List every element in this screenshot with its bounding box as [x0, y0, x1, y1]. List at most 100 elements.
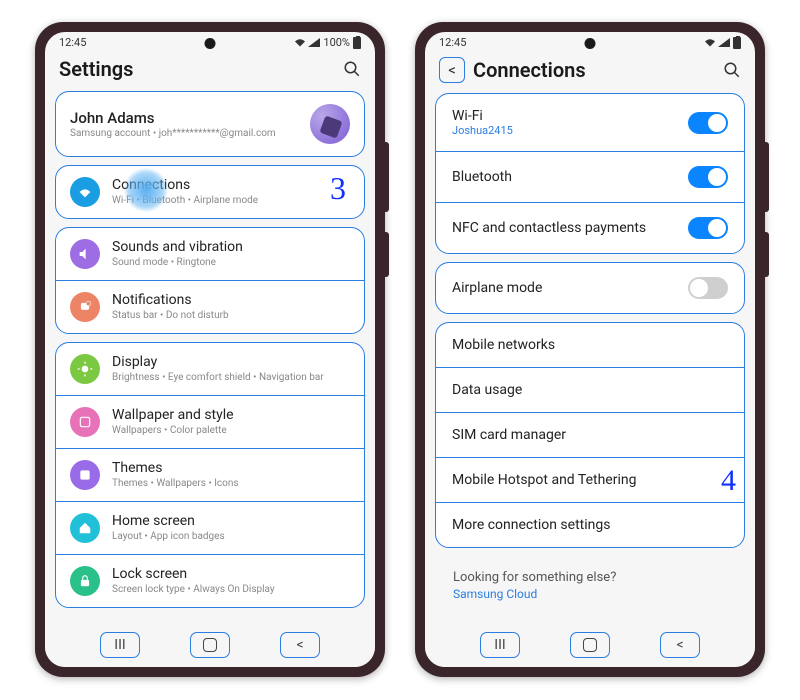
- settings-item-home-screen[interactable]: Home screenLayout • App icon badges: [56, 501, 364, 554]
- item-title: SIM card manager: [452, 427, 566, 443]
- phone-right: 12:45 < Connections Wi-FiJoshua2415 Bluet…: [415, 22, 765, 677]
- settings-item-connections[interactable]: ConnectionsWi-Fi • Bluetooth • Airplane …: [56, 166, 364, 218]
- header: Settings: [45, 51, 375, 91]
- toggle-switch[interactable]: [688, 112, 728, 134]
- signal-icon: [718, 38, 730, 47]
- item-sub: Brightness • Eye comfort shield • Naviga…: [112, 371, 350, 384]
- wifi-icon: [704, 38, 716, 47]
- screen: 12:45 < Connections Wi-FiJoshua2415 Bluet…: [425, 32, 755, 667]
- item-sub: Status bar • Do not disturb: [112, 309, 350, 322]
- connection-item-sim-card-manager[interactable]: SIM card manager: [436, 412, 744, 457]
- lock-icon: [70, 566, 100, 596]
- item-title: Bluetooth: [452, 169, 512, 185]
- item-title: Connections: [112, 177, 350, 194]
- item-sub: Wi-Fi • Bluetooth • Airplane mode: [112, 194, 350, 207]
- step-marker: 4: [721, 464, 736, 498]
- item-title: Airplane mode: [452, 280, 542, 296]
- item-title: Display: [112, 354, 350, 371]
- connections-list[interactable]: Wi-FiJoshua2415 Bluetooth NFC and contactl…: [425, 93, 755, 627]
- item-title: Lock screen: [112, 566, 350, 583]
- connection-item-wi-fi[interactable]: Wi-FiJoshua2415: [436, 94, 744, 151]
- wifi-icon: [294, 38, 306, 47]
- connection-item-bluetooth[interactable]: Bluetooth: [436, 151, 744, 202]
- settings-item-themes[interactable]: ThemesThemes • Wallpapers • Icons: [56, 448, 364, 501]
- status-time: 12:45: [59, 36, 86, 49]
- connection-item-data-usage[interactable]: Data usage: [436, 367, 744, 412]
- screen: 12:45 100% Settings John Adams: [45, 32, 375, 667]
- step-marker: 3: [330, 170, 346, 207]
- item-title: More connection settings: [452, 517, 610, 533]
- item-title: Home screen: [112, 513, 350, 530]
- connections-group: Mobile networks Data usage SIM card manage…: [435, 322, 745, 548]
- nav-back-button[interactable]: <: [660, 632, 700, 658]
- item-title: Notifications: [112, 292, 350, 309]
- wall-icon: [70, 407, 100, 437]
- nav-bar: III <: [425, 627, 755, 667]
- back-button[interactable]: <: [439, 57, 465, 83]
- footer-link[interactable]: Samsung Cloud: [435, 587, 745, 601]
- status-time: 12:45: [439, 36, 466, 49]
- item-title: Wallpaper and style: [112, 407, 350, 424]
- item-title: Themes: [112, 460, 350, 477]
- settings-group: ConnectionsWi-Fi • Bluetooth • Airplane …: [55, 165, 365, 219]
- battery-icon: [733, 37, 741, 49]
- status-icons: [704, 38, 730, 47]
- nav-home-button[interactable]: [190, 632, 230, 658]
- toggle-switch[interactable]: [688, 277, 728, 299]
- battery-icon: [353, 37, 361, 49]
- connection-item-nfc-and-contactless-payments[interactable]: NFC and contactless payments: [436, 202, 744, 253]
- item-title: Data usage: [452, 382, 522, 398]
- footer-hint: Looking for something else?: [435, 556, 745, 587]
- settings-group: Sounds and vibrationSound mode • Rington…: [55, 227, 365, 334]
- connections-group: Airplane mode: [435, 262, 745, 314]
- connection-item-more-connection-settings[interactable]: More connection settings: [436, 502, 744, 547]
- account-card[interactable]: John Adams Samsung account • joh********…: [55, 91, 365, 157]
- sun-icon: [70, 354, 100, 384]
- settings-item-display[interactable]: DisplayBrightness • Eye comfort shield •…: [56, 343, 364, 395]
- theme-icon: [70, 460, 100, 490]
- front-camera: [585, 38, 596, 49]
- page-title: Connections: [473, 58, 586, 82]
- connections-group: Wi-FiJoshua2415 Bluetooth NFC and contactl…: [435, 93, 745, 254]
- front-camera: [205, 38, 216, 49]
- item-sub: Sound mode • Ringtone: [112, 256, 350, 269]
- settings-item-wallpaper-and-style[interactable]: Wallpaper and styleWallpapers • Color pa…: [56, 395, 364, 448]
- settings-item-lock-screen[interactable]: Lock screenScreen lock type • Always On …: [56, 554, 364, 607]
- settings-group: DisplayBrightness • Eye comfort shield •…: [55, 342, 365, 608]
- connection-item-mobile-hotspot-and-tethering[interactable]: Mobile Hotspot and Tethering 4: [436, 457, 744, 502]
- status-battery: 100%: [323, 36, 350, 49]
- connection-item-airplane-mode[interactable]: Airplane mode: [436, 263, 744, 313]
- signal-icon: [308, 38, 320, 47]
- header: < Connections: [425, 51, 755, 93]
- phone-left: 12:45 100% Settings John Adams: [35, 22, 385, 677]
- item-title: Mobile Hotspot and Tethering: [452, 472, 636, 488]
- nav-home-button[interactable]: [570, 632, 610, 658]
- item-sub: Themes • Wallpapers • Icons: [112, 477, 350, 490]
- nav-recent-button[interactable]: III: [100, 632, 140, 658]
- connection-item-mobile-networks[interactable]: Mobile networks: [436, 323, 744, 367]
- item-title: Sounds and vibration: [112, 239, 350, 256]
- settings-list[interactable]: John Adams Samsung account • joh********…: [45, 91, 375, 627]
- page-title: Settings: [59, 57, 133, 81]
- bell-icon: [70, 292, 100, 322]
- item-title: Mobile networks: [452, 337, 555, 353]
- vol-icon: [70, 239, 100, 269]
- wifi-icon: [70, 177, 100, 207]
- settings-item-notifications[interactable]: NotificationsStatus bar • Do not disturb: [56, 280, 364, 333]
- toggle-switch[interactable]: [688, 166, 728, 188]
- search-icon[interactable]: [723, 61, 741, 79]
- account-sub: Samsung account • joh***********@gmail.c…: [70, 127, 300, 140]
- toggle-switch[interactable]: [688, 217, 728, 239]
- item-sub: Layout • App icon badges: [112, 530, 350, 543]
- item-sub: Screen lock type • Always On Display: [112, 583, 350, 596]
- search-icon[interactable]: [343, 60, 361, 78]
- status-icons: [294, 38, 320, 47]
- nav-recent-button[interactable]: III: [480, 632, 520, 658]
- account-avatar: [310, 104, 350, 144]
- settings-item-sounds-and-vibration[interactable]: Sounds and vibrationSound mode • Rington…: [56, 228, 364, 280]
- nav-bar: III <: [45, 627, 375, 667]
- home-icon: [70, 513, 100, 543]
- item-title: NFC and contactless payments: [452, 220, 646, 236]
- item-sub: Wallpapers • Color palette: [112, 424, 350, 437]
- nav-back-button[interactable]: <: [280, 632, 320, 658]
